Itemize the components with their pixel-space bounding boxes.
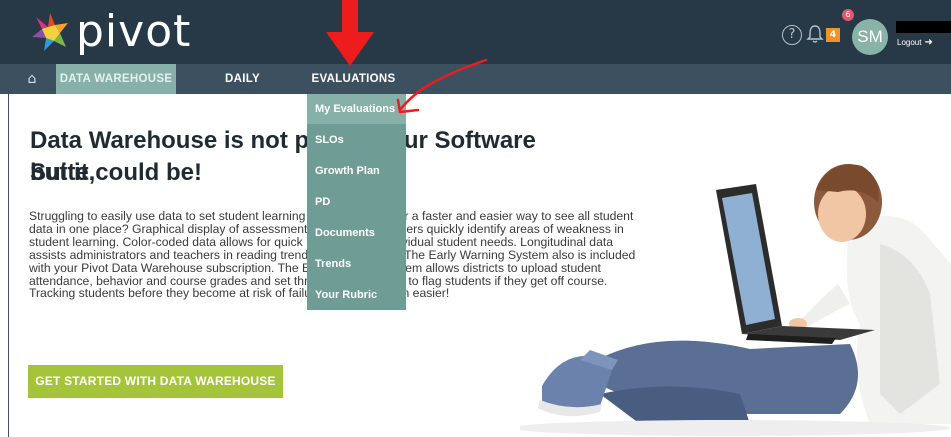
avatar-badge: 6 <box>842 9 854 21</box>
logout-label: Logout <box>897 38 922 47</box>
page: pivot ? 4 SM 6 Logout ➜ ⌂ DATA WAREHOUSE … <box>0 0 951 437</box>
notification-count-badge[interactable]: 4 <box>826 28 840 42</box>
menu-item-documents[interactable]: Documents <box>307 218 406 248</box>
home-icon[interactable]: ⌂ <box>8 64 56 94</box>
redacted-user-name <box>896 21 951 33</box>
menu-item-my-evaluations[interactable]: My Evaluations <box>307 94 406 124</box>
nav-daily-assessments[interactable]: DAILY ASSESSMENTS <box>180 64 305 115</box>
content-border <box>8 94 9 437</box>
nav-data-warehouse[interactable]: DATA WAREHOUSE <box>56 64 176 94</box>
nav-evaluations[interactable]: EVALUATIONS <box>307 64 400 94</box>
menu-item-slos[interactable]: SLOs <box>307 125 406 155</box>
page-headline-line2: but it could be! <box>30 159 202 186</box>
menu-item-pd[interactable]: PD <box>307 187 406 217</box>
help-icon[interactable]: ? <box>782 25 802 45</box>
menu-item-growth-plan[interactable]: Growth Plan <box>307 156 406 186</box>
user-avatar[interactable]: SM <box>852 19 888 55</box>
menu-item-your-rubric[interactable]: Your Rubric <box>307 280 406 310</box>
pivot-star-icon <box>32 13 68 51</box>
boy-with-laptop-image <box>520 164 951 436</box>
logo-text: pivot <box>76 6 192 57</box>
bell-icon[interactable] <box>806 24 824 44</box>
get-started-button[interactable]: GET STARTED WITH DATA WAREHOUSE <box>28 365 283 398</box>
logout-link[interactable]: Logout ➜ <box>897 37 933 48</box>
evaluations-dropdown: My Evaluations SLOs Growth Plan PD Docum… <box>307 94 406 310</box>
logout-icon: ➜ <box>924 37 933 48</box>
pivot-logo[interactable]: pivot <box>30 9 191 55</box>
menu-item-trends[interactable]: Trends <box>307 249 406 279</box>
